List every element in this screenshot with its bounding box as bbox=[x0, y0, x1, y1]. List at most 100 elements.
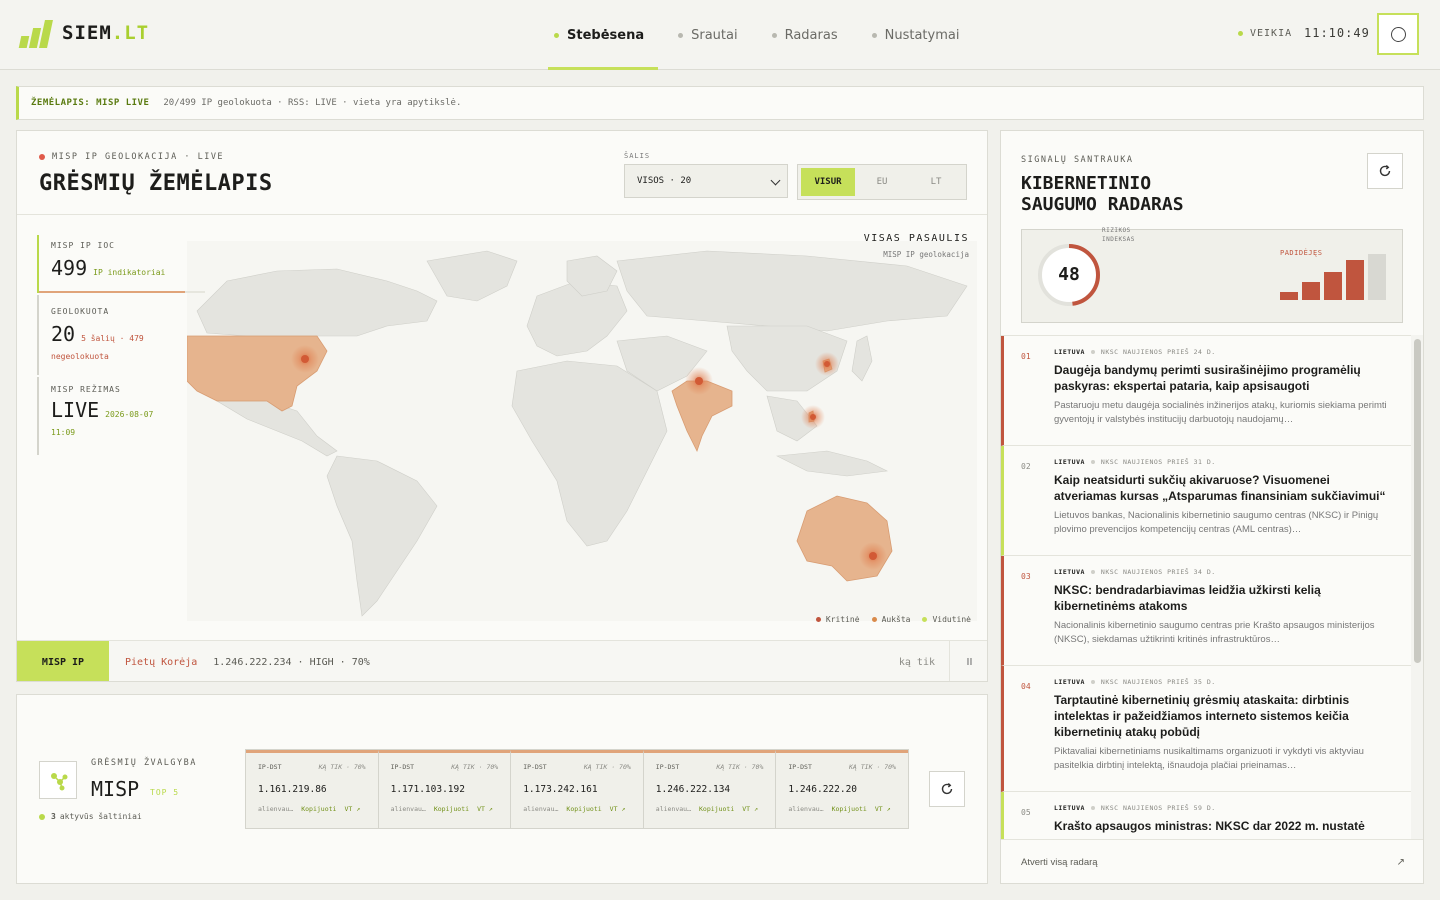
scope-visur[interactable]: VISUR bbox=[801, 168, 855, 196]
virustotal-link[interactable]: VT ↗ bbox=[477, 805, 493, 813]
system-status: VEIKIA bbox=[1238, 28, 1292, 39]
stat-ioc-value: 499 bbox=[51, 256, 88, 280]
ioc-ip: 1.246.222.20 bbox=[788, 784, 858, 795]
legend-critical: Kritinė bbox=[815, 615, 860, 624]
ioc-card[interactable]: IP-DST KĄ TIK · 70% 1.173.242.161 alienva… bbox=[511, 750, 644, 828]
news-description: Piktavaliai kibernetiniams nusikaltimams… bbox=[1054, 746, 1364, 771]
risk-label-line2: INDEKSAS bbox=[1102, 236, 1135, 243]
ticker-text: 20/499 IP geolokuota · RSS: LIVE · vieta… bbox=[163, 98, 462, 108]
radar-refresh-button[interactable] bbox=[1367, 153, 1403, 189]
intel-refresh-button[interactable] bbox=[929, 771, 965, 807]
open-radar-link[interactable]: Atverti visą radarą ↗ bbox=[1001, 839, 1423, 883]
ioc-card[interactable]: IP-DST KĄ TIK · 70% 1.246.222.134 alienva… bbox=[643, 750, 777, 828]
scrollbar-thumb[interactable] bbox=[1414, 339, 1421, 663]
news-list: 01 LIETUVA NKSC NAUJIENOS PRIEŠ 24 D. Dau… bbox=[1001, 335, 1411, 839]
stat-mode-label: MISP REŽIMAS bbox=[51, 385, 121, 394]
copy-link[interactable]: Kopijuoti bbox=[301, 805, 336, 813]
ioc-source: alienvau… bbox=[788, 805, 824, 813]
news-country: LIETUVA bbox=[1054, 678, 1085, 686]
virustotal-link[interactable]: VT ↗ bbox=[344, 805, 360, 813]
copy-link[interactable]: Kopijuoti bbox=[434, 805, 469, 813]
news-age: PRIEŠ 31 D. bbox=[1167, 458, 1216, 466]
molecule-icon bbox=[39, 761, 77, 799]
threat-intel-panel: GRĖSMIŲ ŽVALGYBA MISP TOP 5 3 aktyvūs šal… bbox=[16, 694, 988, 884]
news-item[interactable]: 02 LIETUVA NKSC NAUJIENOS PRIEŠ 31 D. Kai… bbox=[1001, 446, 1411, 556]
top-bar: SIEM.LT Stebėsena Srautai Radaras Nustat… bbox=[0, 0, 1440, 70]
ioc-ip: 1.171.103.192 bbox=[390, 784, 465, 795]
news-item[interactable]: 01 LIETUVA NKSC NAUJIENOS PRIEŠ 24 D. Dau… bbox=[1001, 336, 1411, 446]
virustotal-link[interactable]: VT ↗ bbox=[610, 805, 626, 813]
news-country: LIETUVA bbox=[1054, 348, 1085, 356]
intel-title: MISP bbox=[91, 777, 140, 801]
nav-item-stebesena[interactable]: Stebėsena bbox=[540, 0, 659, 70]
hotspot-australia-core bbox=[869, 552, 877, 560]
copy-link[interactable]: Kopijuoti bbox=[699, 805, 734, 813]
news-source: NKSC NAUJIENOS bbox=[1100, 348, 1163, 356]
ioc-card[interactable]: IP-DST KĄ TIK · 70% 1.171.103.192 alienva… bbox=[378, 750, 512, 828]
arrow-up-right-icon: ↗ bbox=[1396, 857, 1405, 868]
user-button[interactable] bbox=[1377, 13, 1419, 55]
ioc-progress-bar bbox=[39, 291, 205, 293]
world-map[interactable] bbox=[187, 241, 977, 621]
radar-title-line2: SAUGUMO RADARAS bbox=[1021, 194, 1184, 215]
nav-item-srautai[interactable]: Srautai bbox=[664, 0, 751, 70]
stat-geo-value: 20 bbox=[51, 322, 76, 346]
country-select[interactable]: VISOS · 20 bbox=[624, 164, 788, 198]
ioc-ip: 1.246.222.134 bbox=[655, 784, 731, 795]
copy-link[interactable]: Kopijuoti bbox=[566, 805, 601, 813]
ioc-type: IP-DST bbox=[390, 763, 415, 771]
news-title: NKSC: bendradarbiavimas leidžia užkirsti… bbox=[1054, 583, 1321, 613]
ioc-source: alienvau… bbox=[655, 805, 692, 813]
stat-mode-time: 11:09 bbox=[51, 428, 76, 437]
news-item[interactable]: 05 LIETUVA NKSC NAUJIENOS PRIEŠ 59 D. Kra… bbox=[1001, 792, 1411, 839]
separator-dot-icon bbox=[1090, 680, 1095, 684]
news-country: LIETUVA bbox=[1054, 568, 1085, 576]
footer-tag: MISP IP bbox=[17, 640, 109, 681]
intel-top-badge: TOP 5 bbox=[150, 788, 180, 797]
region-label: VISAS PASAULIS MISP IP geolokacija bbox=[864, 233, 969, 259]
map-title: GRĖSMIŲ ŽEMĖLAPIS bbox=[39, 171, 273, 196]
logo[interactable]: SIEM.LT bbox=[18, 18, 149, 48]
news-scrollbar[interactable] bbox=[1411, 335, 1423, 839]
status-text: VEIKIA bbox=[1250, 28, 1293, 39]
nav-label: Stebėsena bbox=[567, 27, 645, 43]
sources-text: aktyvūs šaltiniai bbox=[59, 812, 142, 821]
circle-icon bbox=[1390, 26, 1406, 42]
pause-button[interactable]: II bbox=[949, 641, 987, 681]
status-dot-icon bbox=[1238, 31, 1243, 36]
ioc-card[interactable]: IP-DST KĄ TIK · 70% 1.246.222.20 alienvau… bbox=[776, 750, 908, 828]
stat-ioc-label: MISP IP IOC bbox=[51, 241, 115, 250]
news-source: NKSC NAUJIENOS bbox=[1100, 804, 1163, 812]
ioc-source: alienvau… bbox=[523, 805, 559, 813]
virustotal-link[interactable]: VT ↗ bbox=[875, 805, 891, 813]
clock: 11:10:49 bbox=[1304, 26, 1370, 40]
scope-lt[interactable]: LT bbox=[909, 168, 963, 196]
ioc-ip: 1.161.219.86 bbox=[258, 784, 327, 795]
news-number: 01 bbox=[1021, 352, 1031, 361]
nav-item-nustatymai[interactable]: Nustatymai bbox=[858, 0, 974, 70]
news-age: PRIEŠ 24 D. bbox=[1167, 348, 1216, 356]
virustotal-link[interactable]: VT ↗ bbox=[742, 805, 758, 813]
risk-bar bbox=[1324, 272, 1342, 300]
main-nav: Stebėsena Srautai Radaras Nustatymai bbox=[540, 0, 979, 70]
country-select-value: VISOS · 20 bbox=[637, 176, 692, 186]
pause-icon: II bbox=[966, 657, 973, 668]
news-item[interactable]: 04 LIETUVA NKSC NAUJIENOS PRIEŠ 35 D. Tar… bbox=[1001, 666, 1411, 792]
separator-dot-icon bbox=[1090, 570, 1095, 574]
ioc-type: IP-DST bbox=[788, 763, 812, 771]
ioc-meta: KĄ TIK · 70% bbox=[583, 763, 631, 771]
legend-dot-icon bbox=[815, 617, 821, 622]
news-item[interactable]: 03 LIETUVA NKSC NAUJIENOS PRIEŠ 34 D. NKS… bbox=[1001, 556, 1411, 666]
stat-geo-sub2: negeolokuota bbox=[51, 352, 109, 361]
news-age: PRIEŠ 34 D. bbox=[1167, 568, 1216, 576]
ioc-cards: IP-DST KĄ TIK · 70% 1.161.219.86 alienvau… bbox=[245, 749, 909, 829]
nav-item-radaras[interactable]: Radaras bbox=[758, 0, 852, 70]
intel-sources: 3 aktyvūs šaltiniai bbox=[39, 812, 142, 821]
risk-bar bbox=[1346, 260, 1364, 300]
region-title: VISAS PASAULIS bbox=[863, 233, 969, 244]
ioc-ip: 1.173.242.161 bbox=[523, 784, 598, 795]
copy-link[interactable]: Kopijuoti bbox=[832, 805, 867, 813]
ioc-type: IP-DST bbox=[523, 763, 547, 771]
scope-eu[interactable]: EU bbox=[855, 168, 909, 196]
ioc-card[interactable]: IP-DST KĄ TIK · 70% 1.161.219.86 alienvau… bbox=[246, 750, 379, 828]
